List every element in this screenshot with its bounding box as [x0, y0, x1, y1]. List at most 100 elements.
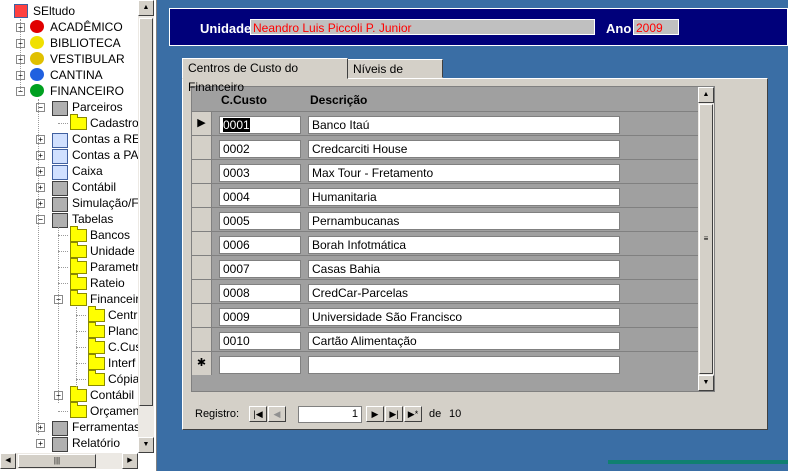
tree-subitem-14[interactable]: Planc: [108, 323, 138, 339]
tree-item-0[interactable]: ACADÊMICO: [50, 19, 123, 35]
tree-hscroll-thumb[interactable]: |||: [18, 454, 96, 468]
column-header-description[interactable]: Descrição: [310, 93, 367, 107]
tab-centros-custo[interactable]: Centros de Custo do Financeiro: [182, 58, 348, 94]
description-cell[interactable]: Credcarciti House: [308, 140, 620, 158]
last-record-icon[interactable]: ▶|: [385, 406, 403, 422]
code-cell[interactable]: 0003: [219, 164, 301, 182]
tree-item-2[interactable]: VESTIBULAR: [50, 51, 125, 67]
tree-item-3[interactable]: CANTINA: [50, 67, 103, 83]
description-cell[interactable]: Humanitaria: [308, 188, 620, 206]
tree-connector: [38, 99, 39, 435]
code-cell[interactable]: 0006: [219, 236, 301, 254]
code-cell[interactable]: 0002: [219, 140, 301, 158]
tree-subitem-1[interactable]: Cadastro: [90, 115, 139, 131]
description-cell[interactable]: Max Tour - Fretamento: [308, 164, 620, 182]
previous-record-icon[interactable]: ◀: [268, 406, 286, 422]
row-selector[interactable]: [192, 160, 212, 183]
ano-field[interactable]: 2009: [633, 19, 679, 35]
grid-vertical-scrollbar[interactable]: ▲ ≡ ▼: [698, 87, 714, 391]
table-row[interactable]: 0007 Casas Bahia: [192, 255, 698, 280]
description-text: Casas Bahia: [312, 262, 381, 276]
description-cell[interactable]: Banco Itaú: [308, 116, 620, 134]
table-row[interactable]: ▶ 0001 Banco Itaú: [192, 111, 698, 136]
tree-subitem-9[interactable]: Unidade: [90, 243, 135, 259]
code-cell[interactable]: 0010: [219, 332, 301, 350]
tree-subitem-6[interactable]: Simulação/Fe: [72, 195, 145, 211]
code-cell[interactable]: 0008: [219, 284, 301, 302]
row-selector[interactable]: [192, 280, 212, 303]
tab-niveis-custo[interactable]: Níveis de C.Custo: [347, 59, 443, 95]
table-row[interactable]: 0005 Pernambucanas: [192, 207, 698, 232]
row-selector[interactable]: [192, 184, 212, 207]
tree-vertical-scrollbar[interactable]: ▲ ▼: [138, 0, 154, 453]
new-record-icon[interactable]: ✱: [192, 352, 212, 375]
tree-item-1[interactable]: BIBLIOTECA: [50, 35, 121, 51]
tree-subitem-7[interactable]: Tabelas: [72, 211, 113, 227]
description-cell[interactable]: Casas Bahia: [308, 260, 620, 278]
table-row[interactable]: 0003 Max Tour - Fretamento: [192, 159, 698, 184]
tree-root[interactable]: SEltudo: [33, 3, 75, 19]
description-cell[interactable]: CredCar-Parcelas: [308, 284, 620, 302]
tree-subitem-13[interactable]: Centr: [108, 307, 137, 323]
description-cell[interactable]: Cartão Alimentação: [308, 332, 620, 350]
next-record-icon[interactable]: ▶: [366, 406, 384, 422]
tree-subitem-21[interactable]: Relatório: [72, 435, 120, 451]
tree-scroll-thumb[interactable]: [139, 18, 153, 406]
unidade-field[interactable]: Neandro Luis Piccoli P. Junior: [250, 19, 595, 35]
scroll-right-icon[interactable]: ▶: [122, 453, 138, 469]
table-row[interactable]: 0010 Cartão Alimentação: [192, 327, 698, 352]
code-cell[interactable]: [219, 356, 301, 374]
code-cell[interactable]: 0005: [219, 212, 301, 230]
tree-horizontal-scrollbar[interactable]: ◀ ||| ▶: [0, 453, 138, 469]
code-cell[interactable]: 0009: [219, 308, 301, 326]
scroll-down-icon[interactable]: ▼: [138, 437, 154, 453]
new-record-icon[interactable]: ▶*: [404, 406, 422, 422]
tree-item-4[interactable]: FINANCEIRO: [50, 83, 124, 99]
tree-subitem-3[interactable]: Contas a PAG: [72, 147, 148, 163]
expand-toggle-icon[interactable]: +: [36, 439, 45, 448]
record-number-input[interactable]: 1: [298, 406, 362, 423]
row-selector[interactable]: [192, 208, 212, 231]
scroll-up-icon[interactable]: ▲: [138, 0, 154, 16]
scroll-left-icon[interactable]: ◀: [0, 453, 16, 469]
scroll-up-icon[interactable]: ▲: [698, 87, 714, 103]
tree-subitem-16[interactable]: Interf: [108, 355, 135, 371]
tree-subitem-8[interactable]: Bancos: [90, 227, 130, 243]
description-cell[interactable]: Pernambucanas: [308, 212, 620, 230]
row-selector[interactable]: [192, 232, 212, 255]
code-cell[interactable]: 0001: [219, 116, 301, 134]
table-row[interactable]: 0009 Universidade São Francisco: [192, 303, 698, 328]
tree-subitem-5[interactable]: Contábil: [72, 179, 116, 195]
description-cell[interactable]: Borah Infotmática: [308, 236, 620, 254]
tree-subitem-19[interactable]: Orçament: [90, 403, 143, 419]
row-selector[interactable]: [192, 256, 212, 279]
row-selector[interactable]: [192, 328, 212, 351]
tree-subitem-20[interactable]: Ferramentas: [72, 419, 140, 435]
code-cell[interactable]: 0007: [219, 260, 301, 278]
table-row[interactable]: 0008 CredCar-Parcelas: [192, 279, 698, 304]
description-cell[interactable]: [308, 356, 620, 374]
row-selector[interactable]: [192, 136, 212, 159]
description-text: Borah Infotmática: [312, 238, 407, 252]
row-selector[interactable]: [192, 304, 212, 327]
scroll-down-icon[interactable]: ▼: [698, 375, 714, 391]
tree-subitem-10[interactable]: Parametr: [90, 259, 139, 275]
module-icon: [52, 101, 68, 116]
new-record-row[interactable]: ✱: [192, 351, 698, 376]
tree-subitem-18[interactable]: Contábil: [90, 387, 134, 403]
grid-scroll-thumb[interactable]: ≡: [699, 104, 713, 374]
description-cell[interactable]: Universidade São Francisco: [308, 308, 620, 326]
tree-subitem-17[interactable]: Cópia: [108, 371, 139, 387]
tab-control: Centros de Custo do Financeiro Níveis de…: [182, 58, 768, 430]
tree-subitem-0[interactable]: Parceiros: [72, 99, 123, 115]
navigation-tree[interactable]: SEltudo + ACADÊMICO + BIBLIOTECA + VESTIBULAR +…: [0, 0, 157, 471]
code-cell[interactable]: 0004: [219, 188, 301, 206]
tree-subitem-15[interactable]: C.Cus: [108, 339, 141, 355]
first-record-icon[interactable]: |◀: [249, 406, 267, 422]
current-record-icon[interactable]: ▶: [192, 112, 212, 135]
tree-subitem-11[interactable]: Rateio: [90, 275, 125, 291]
table-row[interactable]: 0006 Borah Infotmática: [192, 231, 698, 256]
table-row[interactable]: 0004 Humanitaria: [192, 183, 698, 208]
table-row[interactable]: 0002 Credcarciti House: [192, 135, 698, 160]
tree-subitem-4[interactable]: Caixa: [72, 163, 103, 179]
